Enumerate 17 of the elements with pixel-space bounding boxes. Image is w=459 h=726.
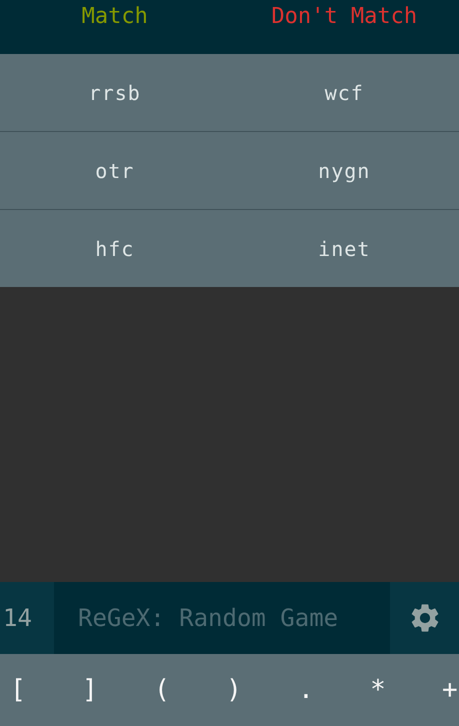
word-text: otr	[94, 158, 136, 182]
symbol-key[interactable]: )	[198, 654, 270, 726]
symbol-key[interactable]: +	[414, 654, 459, 726]
symbol-key[interactable]: (	[126, 654, 198, 726]
word-text: inet	[317, 236, 372, 260]
word-text: nygn	[317, 158, 372, 182]
symbol-key[interactable]: ]	[54, 654, 126, 726]
word-text: hfc	[94, 236, 136, 260]
symbol-key[interactable]: .	[270, 654, 342, 726]
word-text: wcf	[324, 80, 365, 104]
word-text: rrsb	[88, 80, 142, 104]
symbol-key[interactable]: [	[0, 654, 54, 726]
regex-input-field[interactable]: ReGeX: Random Game	[54, 582, 390, 654]
column-heading: Match	[80, 3, 149, 31]
score-counter: 14	[2, 603, 33, 634]
column-heading: Don't Match	[270, 3, 418, 31]
symbol-key[interactable]: *	[342, 654, 414, 726]
